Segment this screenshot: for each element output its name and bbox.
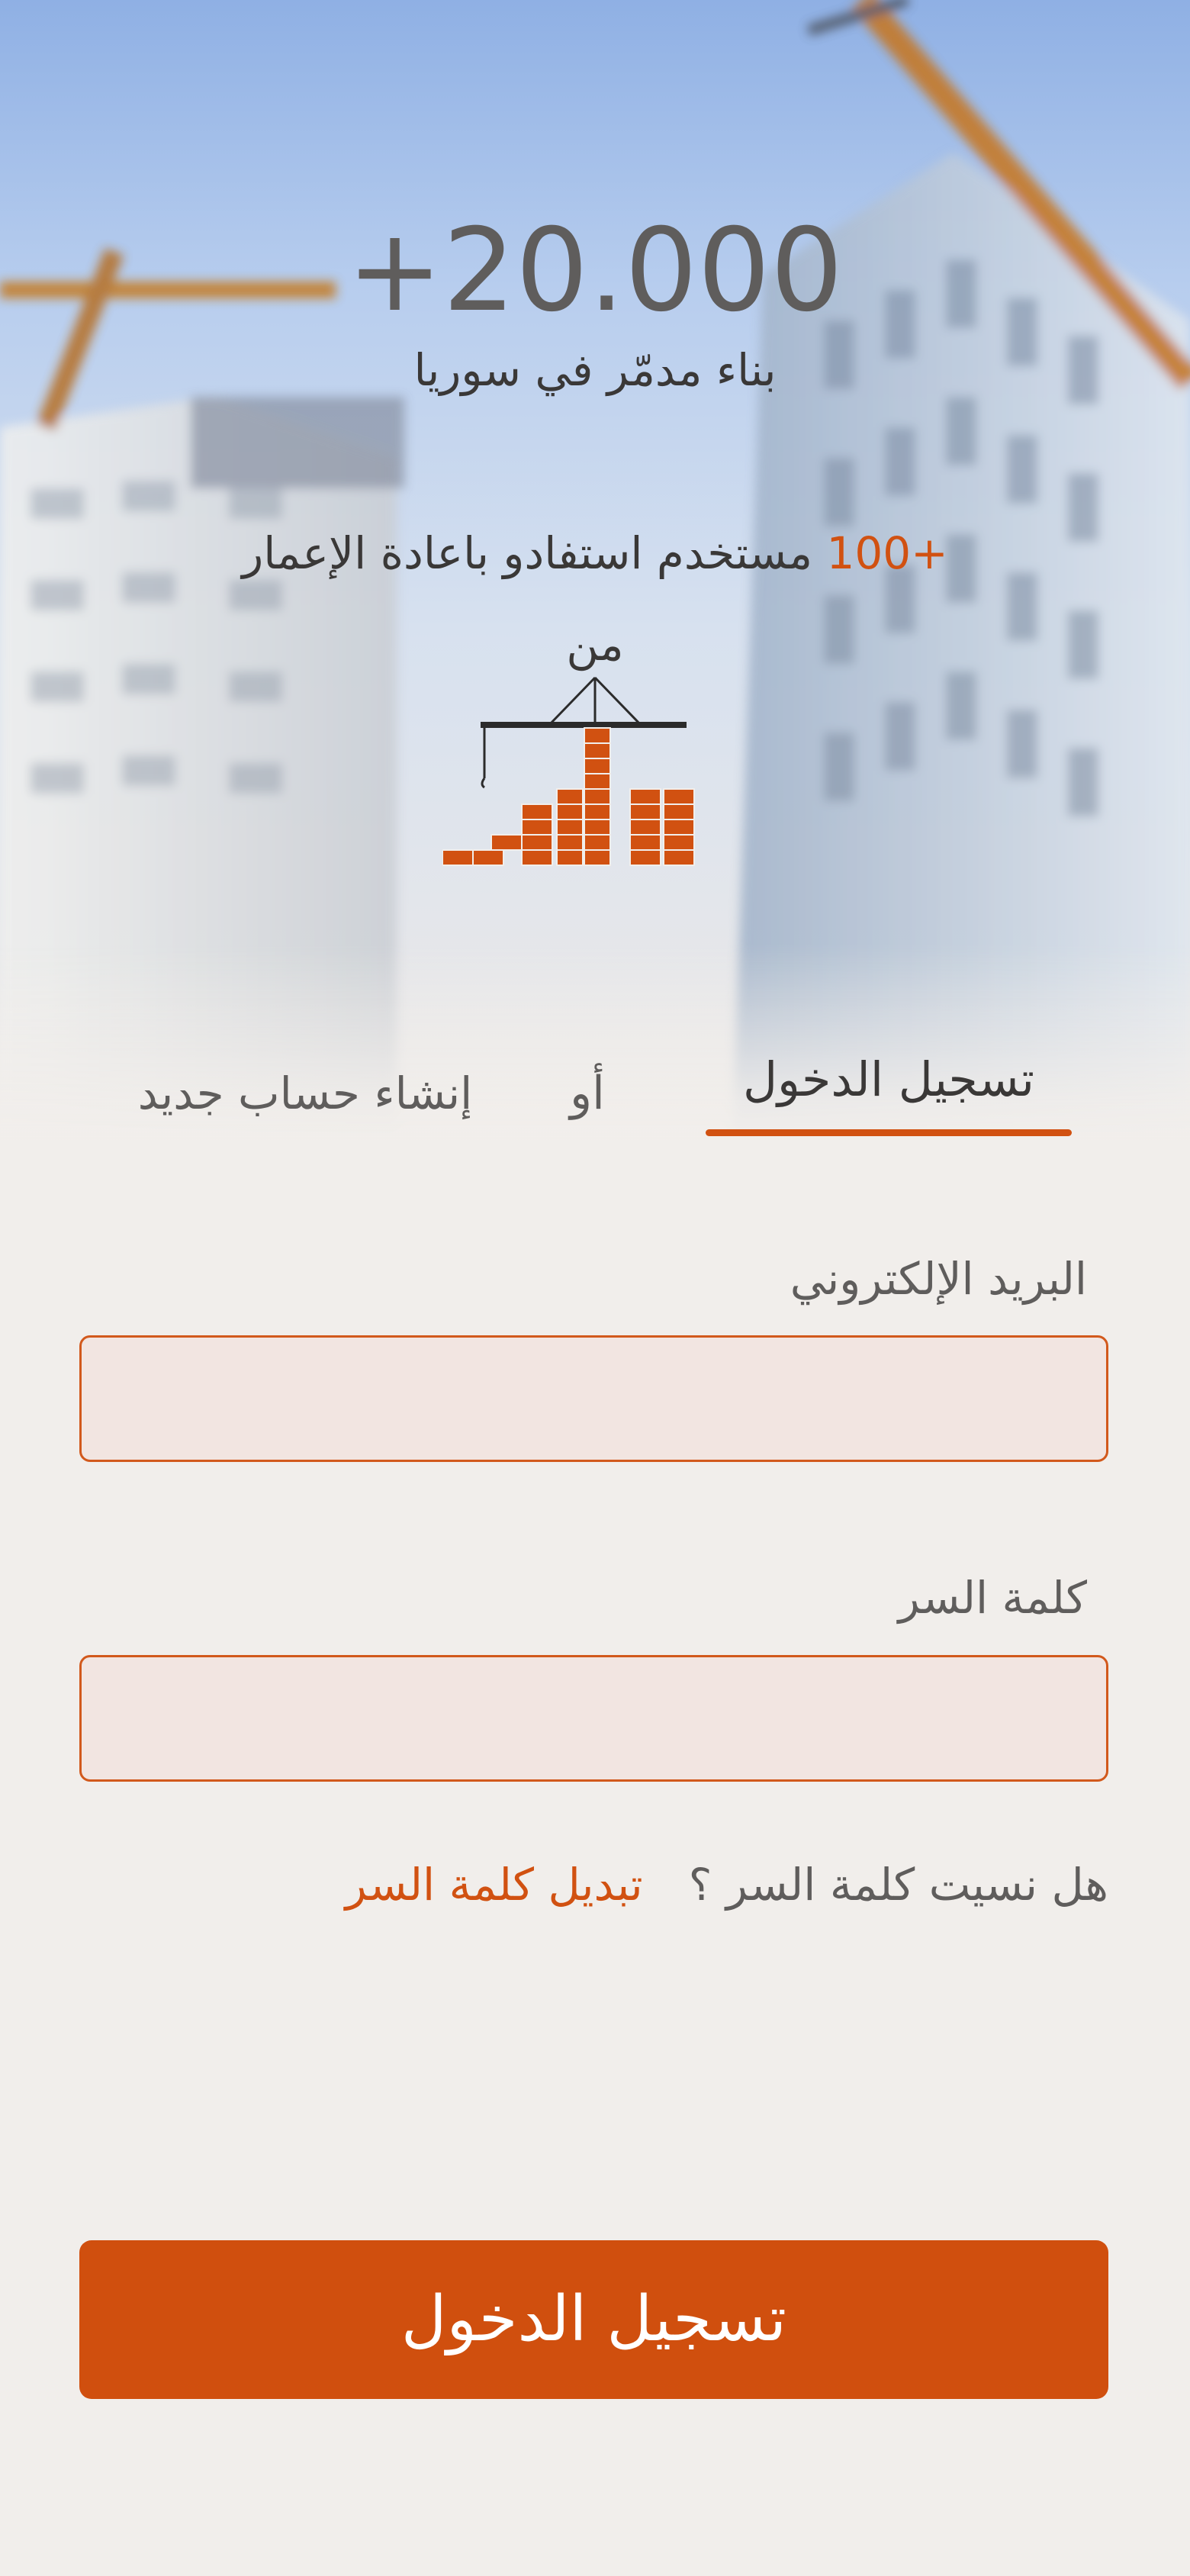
forgot-password-question: هل نسيت كلمة السر ؟ bbox=[688, 1859, 1108, 1911]
reset-password-link[interactable]: تبديل كلمة السر bbox=[346, 1859, 643, 1911]
tab-register[interactable]: إنشاء حساب جديد bbox=[114, 1051, 496, 1135]
login-button[interactable]: تسجيل الدخول bbox=[79, 2240, 1108, 2399]
password-field[interactable] bbox=[79, 1655, 1108, 1782]
crane-bricks-logo bbox=[442, 676, 695, 866]
email-field[interactable] bbox=[79, 1335, 1108, 1462]
password-label: كلمة السر bbox=[898, 1572, 1087, 1624]
auth-tabs: تسجيل الدخول أو إنشاء حساب جديد bbox=[0, 1038, 1190, 1145]
users-caption: +100 مستخدم استفادو باعادة الإعمار من bbox=[214, 507, 976, 691]
tab-login-indicator bbox=[706, 1129, 1072, 1136]
email-label: البريد الإلكتروني bbox=[790, 1253, 1087, 1305]
forgot-password-row: هل نسيت كلمة السر ؟ تبديل كلمة السر bbox=[79, 1847, 1108, 1923]
tab-login[interactable]: تسجيل الدخول bbox=[706, 1038, 1072, 1122]
stat-value: +20.000 bbox=[346, 204, 844, 337]
tab-separator-or: أو bbox=[570, 1067, 605, 1120]
hero-banner: +20.000 بناء مدمّر في سوريا +100 مستخدم … bbox=[0, 0, 1190, 1141]
users-text: مستخدم استفادو باعادة الإعمار من bbox=[242, 527, 827, 671]
users-count: +100 bbox=[826, 527, 948, 579]
stat-caption: بناء مدمّر في سوريا bbox=[413, 344, 777, 396]
